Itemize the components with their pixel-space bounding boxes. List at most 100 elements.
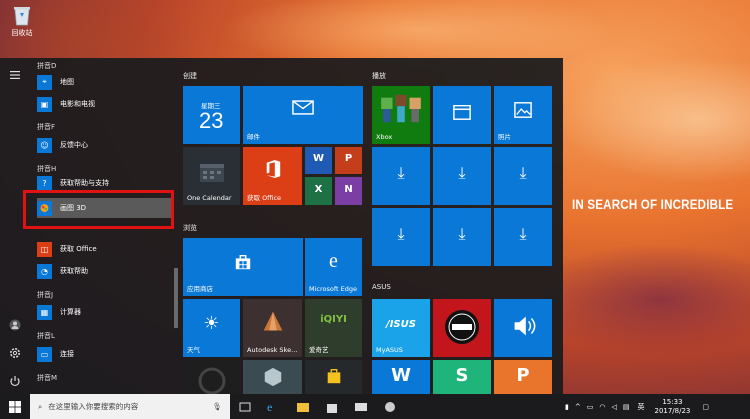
sketch-app-tile[interactable] [243, 360, 302, 394]
keyboard-icon[interactable]: ▤ [623, 403, 630, 411]
hamburger-menu-icon[interactable] [8, 68, 22, 82]
app-label: 地图 [60, 78, 74, 86]
photo-icon [494, 101, 552, 121]
app-get-help[interactable]: ◔ 获取帮助 [37, 261, 173, 281]
weather-tile[interactable]: ☀ 天气 [183, 299, 240, 357]
group-header-m[interactable]: 拼音M [37, 373, 57, 383]
powerpoint-tile[interactable]: P [335, 147, 362, 174]
calendar-tile[interactable]: 星期三 23 [183, 86, 240, 144]
power-icon[interactable] [8, 374, 22, 388]
tile-label: 天气 [187, 346, 200, 354]
user-account-icon[interactable] [8, 318, 22, 332]
shopping-bag-icon [305, 367, 362, 387]
app-movies-tv[interactable]: ▣ 电影和电视 [37, 94, 173, 114]
clock-date: 2017/8/23 [654, 406, 691, 415]
chevron-up-icon[interactable]: ^ [575, 403, 581, 411]
excel-icon: X [314, 184, 323, 195]
store-taskbar-icon[interactable] [325, 400, 339, 414]
mail-tile[interactable]: 邮件 [243, 86, 363, 144]
volume-icon[interactable]: ◁ [611, 403, 616, 411]
windows-start-icon[interactable] [8, 400, 22, 414]
asus-p-tile[interactable]: P [494, 360, 552, 394]
paint-3d-highlight [23, 190, 174, 229]
recycle-bin-shortcut[interactable]: 回收站 [4, 4, 40, 38]
taskbar: ⌕ 在这里输入你要搜索的内容 🎙 e ▮ ^ ▭ ◠ ◁ ▤ 英 15:33 2… [0, 394, 750, 419]
camera-tile[interactable] [183, 360, 240, 394]
settings-gear-icon[interactable] [8, 346, 22, 360]
app-label: 获取帮助 [60, 267, 88, 275]
tile-label: 照片 [498, 133, 511, 141]
download-tile-4[interactable]: ⤓ [372, 208, 430, 266]
group-header-l[interactable]: 拼音L [37, 331, 55, 341]
notification-center-icon[interactable]: ▢ [702, 403, 709, 411]
onenote-tile[interactable]: N [335, 177, 362, 205]
section-create: 创建 [183, 72, 197, 80]
calendar-day: 23 [199, 108, 224, 133]
network-icon[interactable]: ▮ [565, 403, 569, 411]
task-view-icon[interactable] [238, 400, 252, 414]
photos-tile[interactable]: 照片 [494, 86, 552, 144]
download-tile-1[interactable]: ⤓ [372, 147, 430, 205]
app-get-office[interactable]: ◫ 获取 Office [37, 239, 173, 259]
office-logo-icon [243, 159, 302, 181]
speaker-icon [494, 312, 552, 342]
download-tile-2[interactable]: ⤓ [433, 147, 491, 205]
app-label: 连接 [60, 350, 74, 358]
app-label: 反馈中心 [60, 141, 88, 149]
app-list-scrollbar[interactable] [174, 268, 178, 328]
excel-tile[interactable]: X [305, 177, 332, 205]
store-tile[interactable]: 应用商店 [183, 238, 303, 296]
asus-giftbox-tile[interactable] [433, 299, 491, 357]
asus-logo-icon: /ISUS [386, 319, 416, 330]
shopping-tile[interactable] [305, 360, 362, 394]
app-maps[interactable]: ⌖ 地图 [37, 72, 173, 92]
movies-tv-tile[interactable] [433, 86, 491, 144]
ime-indicator[interactable]: 英 [637, 402, 644, 412]
xbox-avatars-icon [372, 92, 430, 128]
sun-icon: ☀ [203, 313, 220, 334]
battery-icon[interactable]: ▭ [587, 403, 594, 411]
asus-w-tile[interactable]: W [372, 360, 430, 394]
tile-label: 获取 Office [247, 194, 282, 202]
tile-label: 爱奇艺 [309, 346, 329, 354]
xbox-tile[interactable]: Xbox [372, 86, 430, 144]
paint-taskbar-icon[interactable] [383, 400, 397, 414]
one-calendar-tile[interactable]: One Calendar [183, 147, 240, 205]
asus-s-tile[interactable]: S [433, 360, 491, 394]
mail-taskbar-icon[interactable] [354, 400, 368, 414]
app-get-help-support[interactable]: ? 获取帮助与支持 [37, 176, 173, 190]
clock[interactable]: 15:33 2017/8/23 [654, 398, 690, 416]
asus-speaker-tile[interactable] [494, 299, 552, 357]
autodesk-sketchbook-tile[interactable]: Autodesk Ske… [243, 299, 302, 357]
taskbar-search-box[interactable]: ⌕ 在这里输入你要搜索的内容 🎙 [30, 394, 230, 419]
download-tile-3[interactable]: ⤓ [494, 147, 552, 205]
edge-taskbar-icon[interactable]: e [267, 400, 281, 414]
get-office-tile[interactable]: 获取 Office [243, 147, 302, 205]
download-icon: ⤓ [458, 163, 466, 182]
wifi-icon[interactable]: ◠ [599, 403, 605, 411]
app-calculator[interactable]: ▦ 计算器 [37, 302, 173, 322]
file-explorer-icon[interactable] [296, 400, 310, 414]
iqiyi-tile[interactable]: iQIYI 爱奇艺 [305, 299, 362, 357]
app-feedback-hub[interactable]: ☺ 反馈中心 [37, 135, 173, 155]
myasus-tile[interactable]: /ISUS MyASUS [372, 299, 430, 357]
download-tile-5[interactable]: ⤓ [433, 208, 491, 266]
app-connect[interactable]: ▭ 连接 [37, 344, 173, 364]
download-tile-6[interactable]: ⤓ [494, 208, 552, 266]
clapperboard-icon [433, 103, 491, 123]
group-header-h[interactable]: 拼音H [37, 164, 56, 174]
edge-tile[interactable]: e Microsoft Edge [305, 238, 362, 296]
app-label: 电影和电视 [60, 100, 95, 108]
word-tile[interactable]: W [305, 147, 332, 174]
clock-time: 15:33 [662, 397, 683, 406]
microphone-icon[interactable]: 🎙 [212, 402, 222, 411]
group-header-j[interactable]: 拼音J [37, 290, 53, 300]
hexagon-icon [243, 366, 302, 390]
section-play: 播放 [372, 72, 386, 80]
film-icon: ▣ [37, 96, 52, 112]
tile-label: Microsoft Edge [309, 285, 358, 293]
group-header-f[interactable]: 拼音F [37, 122, 55, 132]
group-header-d[interactable]: 拼音D [37, 61, 56, 71]
connect-icon: ▭ [37, 346, 52, 362]
sketchbook-icon [243, 309, 302, 339]
